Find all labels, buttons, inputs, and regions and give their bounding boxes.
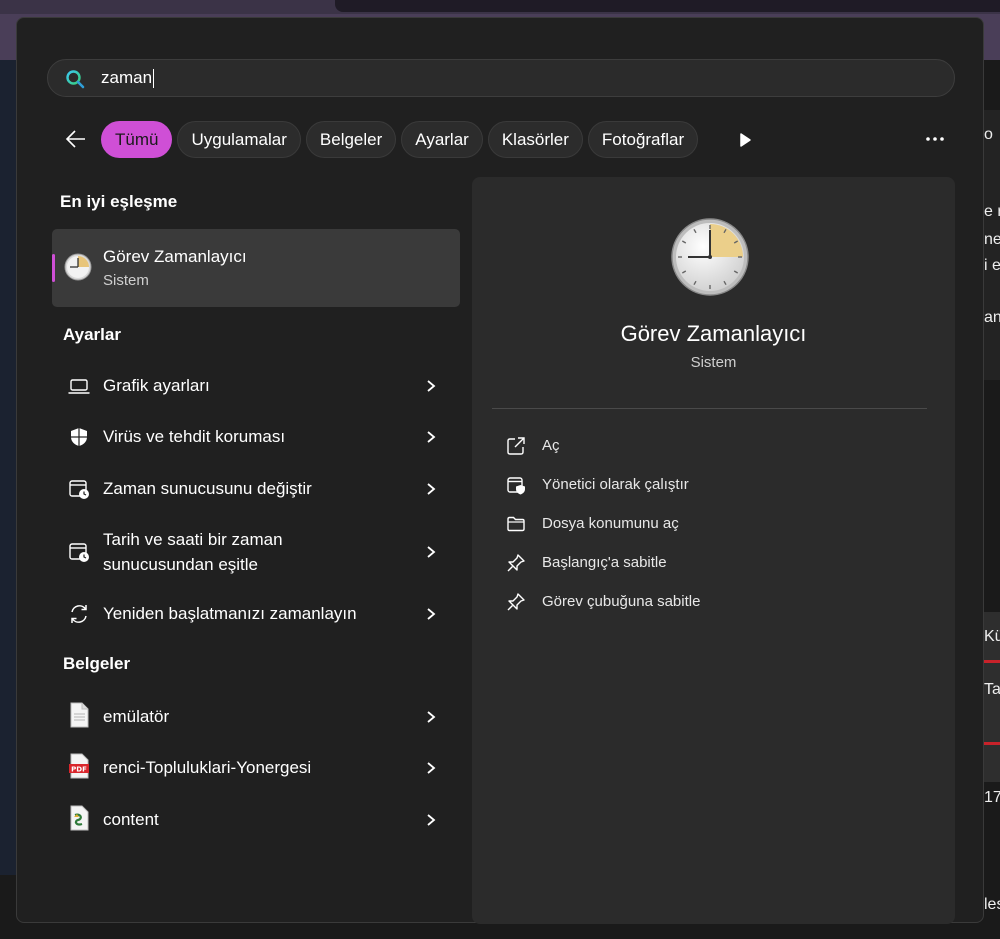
action-run-as-admin[interactable]: Yönetici olarak çalıştır [506,472,906,498]
open-external-icon [507,437,525,455]
background-text: nes [984,231,1000,248]
document-item-label: content [103,810,159,829]
chevron-right-icon [427,380,436,392]
tab-folders[interactable]: Klasörler [487,121,583,158]
chevron-right-icon [427,814,436,826]
background-text: an [984,309,1000,326]
settings-item-label-line2: sunucusundan eşitle [103,555,259,574]
settings-item-time-server[interactable]: Zaman sunucusunu değiştir [52,474,460,514]
tab-documents[interactable]: Belgeler [305,121,397,158]
best-match-subtitle: Sistem [103,272,149,289]
tab-apps[interactable]: Uygulamalar [177,121,301,158]
chevron-right-icon [427,711,436,723]
action-label: Dosya konumunu aç [542,515,679,532]
search-icon [66,70,85,89]
settings-item-graphics[interactable]: Grafik ayarları [52,371,460,411]
text-caret [153,69,155,89]
action-open-file-location[interactable]: Dosya konumunu aç [506,511,906,537]
selection-indicator [52,254,55,282]
background-text: les [984,896,1000,913]
settings-item-label: Grafik ayarları [103,376,210,395]
best-match-title: Görev Zamanlayıcı [103,247,247,266]
clock-icon [671,218,749,296]
pdf-icon: PDF [69,753,89,779]
action-label: Başlangıç'a sabitle [542,554,667,571]
script-file-icon [70,805,89,831]
best-match-heading: En iyi eşleşme [60,192,178,211]
settings-item-label: Zaman sunucusunu değiştir [103,479,312,498]
restart-icon [71,605,87,623]
document-item-pdf[interactable]: PDF renci-Topluluklari-Yonergesi [52,751,460,791]
back-arrow-icon[interactable] [63,126,89,152]
browser-tab [335,0,1000,12]
action-label: Aç [542,437,560,454]
tab-photos[interactable]: Fotoğraflar [587,121,699,158]
settings-item-restart-schedule[interactable]: Yeniden başlatmanızı zamanlayın [52,599,460,639]
action-label: Görev çubuğuna sabitle [542,593,701,610]
chevron-right-icon [427,431,436,443]
start-search-panel: zaman Tümü Uygulamalar Belgeler Ayarlar … [16,17,984,924]
documents-heading: Belgeler [63,654,131,673]
run-as-admin-icon [507,477,525,495]
settings-item-label-line1: Tarih ve saati bir zaman [103,530,283,549]
background-text: Kü [984,628,1000,645]
search-box[interactable]: zaman [47,59,955,97]
settings-item-label: Virüs ve tehdit koruması [103,427,286,446]
settings-heading: Ayarlar [63,325,121,344]
background-window-left [0,60,16,880]
calendar-clock-icon [69,480,89,499]
calendar-clock-icon [69,543,89,562]
action-pin-to-taskbar[interactable]: Görev çubuğuna sabitle [506,589,906,615]
laptop-icon [68,379,90,394]
background-text: 17 [984,789,1000,806]
background-text: i e [984,257,1000,274]
best-match-item[interactable]: Görev Zamanlayıcı Sistem [52,229,460,307]
chevron-right-icon [427,762,436,774]
pin-icon [507,593,525,611]
settings-item-virus-protection[interactable]: Virüs ve tehdit koruması [52,422,460,462]
background-text: e r [984,203,1000,220]
shield-icon [71,428,87,446]
chevron-right-icon [427,608,436,620]
background-text: o [984,126,993,143]
search-input[interactable]: zaman [101,68,921,90]
folder-icon [507,516,525,532]
action-label: Yönetici olarak çalıştır [542,476,689,493]
background-accent-line [984,742,1000,745]
detail-subtitle: Sistem [690,354,737,371]
clock-icon [64,253,92,281]
chevron-right-icon [427,483,436,495]
settings-item-sync-time[interactable]: Tarih ve saati bir zaman sunucusundan eş… [52,525,460,579]
document-icon [70,702,89,728]
pin-icon [507,554,525,572]
tab-all[interactable]: Tümü [101,121,173,158]
chevron-right-icon [427,546,436,558]
more-options-icon[interactable] [922,126,948,152]
filter-tabs: Tümü Uygulamalar Belgeler Ayarlar Klasör… [101,121,699,158]
detail-pane: Görev Zamanlayıcı Sistem Aç Yönetici ola… [472,177,955,924]
document-item-content[interactable]: content [52,803,460,843]
action-open[interactable]: Aç [506,433,906,459]
divider [492,408,927,409]
document-item-emulator[interactable]: emülatör [52,700,460,740]
document-item-label: renci-Topluluklari-Yonergesi [103,758,312,777]
background-text: Ta [984,681,1000,698]
background-accent-line [984,660,1000,663]
document-item-label: emülatör [103,707,170,726]
tab-settings[interactable]: Ayarlar [401,121,483,158]
svg-text:PDF: PDF [71,765,87,773]
detail-title: Görev Zamanlayıcı [620,321,807,346]
settings-item-label: Yeniden başlatmanızı zamanlayın [103,604,357,623]
action-pin-to-start[interactable]: Başlangıç'a sabitle [506,550,906,576]
more-filters-play-icon[interactable] [735,130,755,150]
